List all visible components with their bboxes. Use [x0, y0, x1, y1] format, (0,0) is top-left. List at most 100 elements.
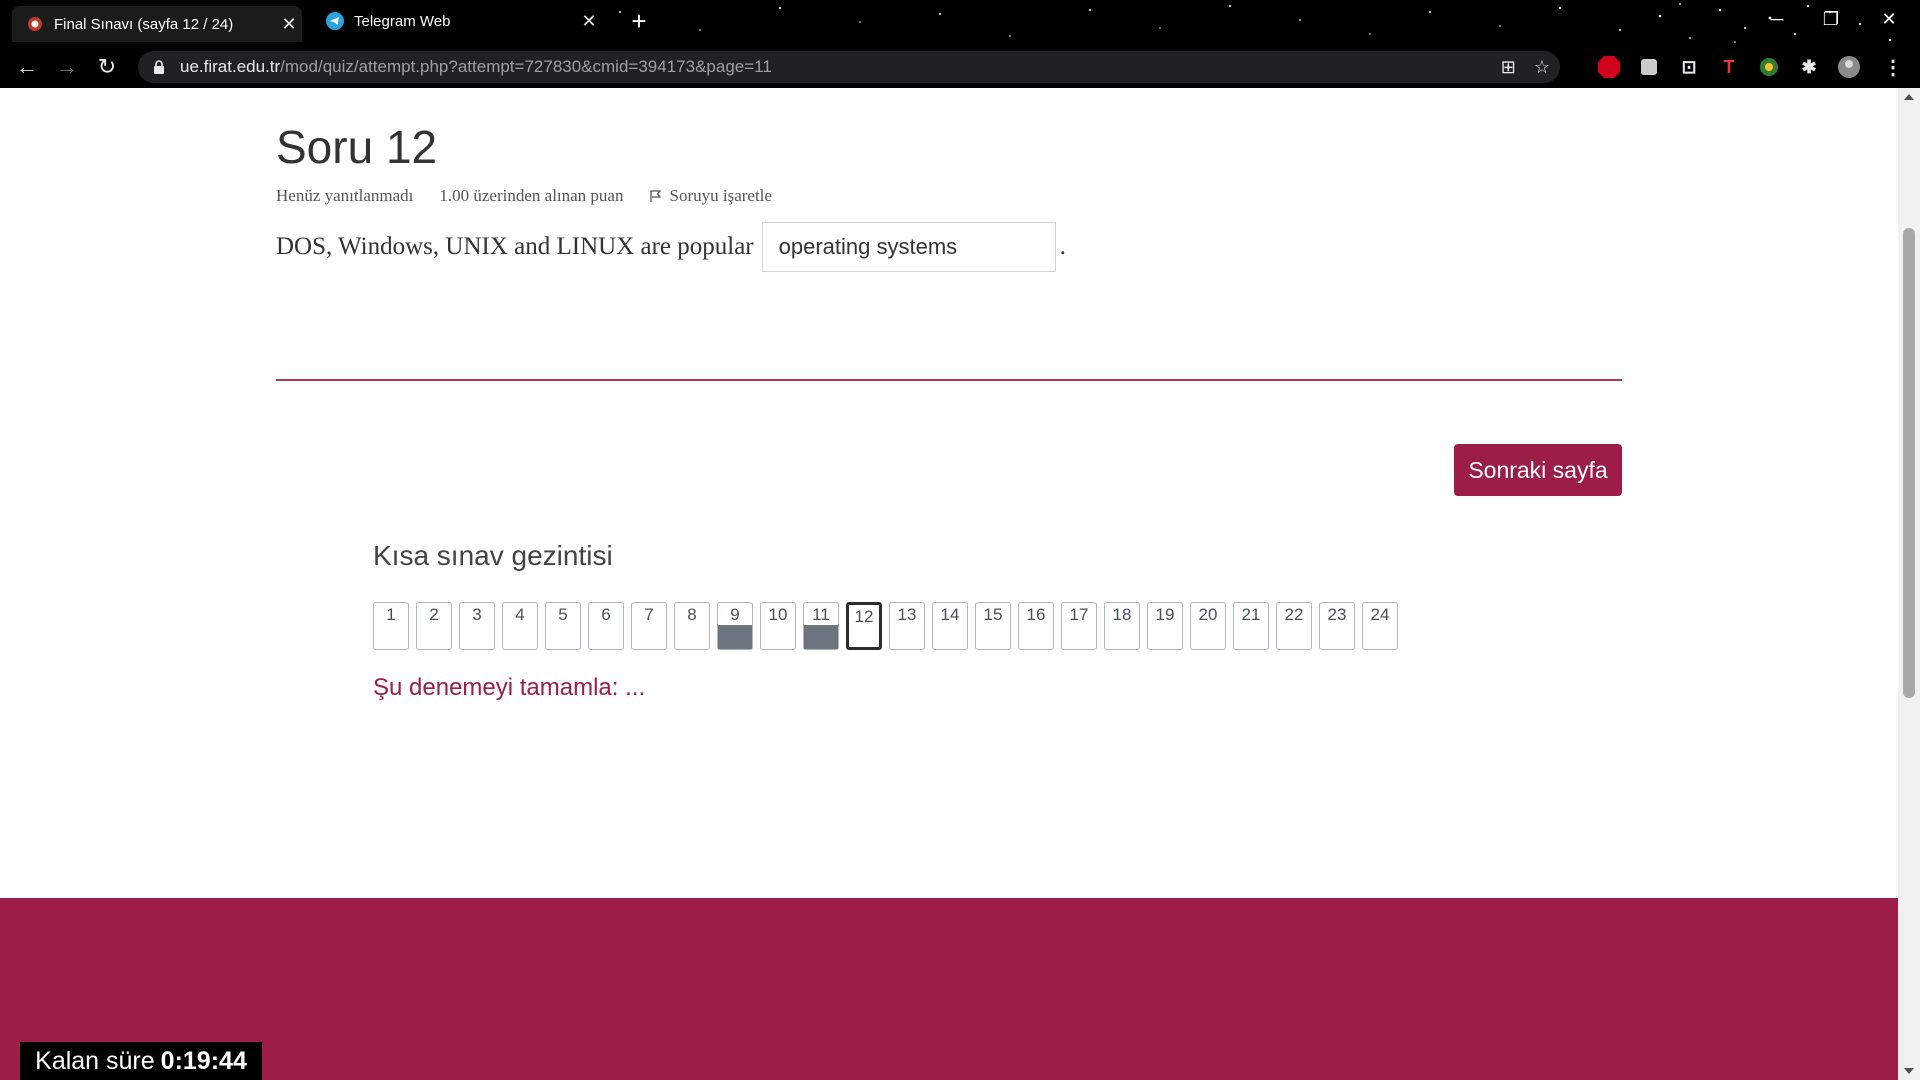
- page-scrollbar[interactable]: [1898, 88, 1920, 1080]
- quiz-nav-number: 11: [812, 605, 830, 624]
- close-tab-icon[interactable]: ✕: [576, 11, 602, 32]
- quiz-nav-number: 20: [1198, 605, 1218, 624]
- quiz-nav-button[interactable]: 11: [803, 602, 839, 650]
- address-bar[interactable]: ue.firat.edu.tr/mod/quiz/attempt.php?att…: [138, 51, 1560, 83]
- quiz-nav-state-fill: [675, 625, 709, 649]
- quiz-nav-number: 14: [940, 605, 960, 624]
- tab-title: Telegram Web: [354, 12, 451, 30]
- quiz-nav-button[interactable]: 5: [545, 602, 581, 650]
- finish-attempt-link[interactable]: Şu denemeyi tamamla: ...: [373, 674, 645, 702]
- quiz-nav-button[interactable]: 14: [932, 602, 968, 650]
- quiz-nav-number: 17: [1069, 605, 1089, 624]
- reload-icon[interactable]: ↻: [92, 52, 122, 82]
- scrollbar-thumb[interactable]: [1903, 228, 1915, 698]
- quiz-nav-number: 16: [1026, 605, 1046, 624]
- quiz-nav-state-fill: [374, 625, 408, 649]
- lock-icon: [154, 60, 164, 74]
- quiz-nav-number: 1: [386, 605, 396, 624]
- quiz-nav-state-fill: [1019, 625, 1053, 649]
- quiz-nav-number: 18: [1112, 605, 1132, 624]
- quiz-nav-number: 23: [1327, 605, 1347, 624]
- tab-final-exam[interactable]: Final Sınavı (sayfa 12 / 24) ✕: [12, 6, 302, 42]
- question-divider: [276, 379, 1622, 381]
- forward-icon[interactable]: →: [52, 52, 82, 82]
- quiz-nav-state-fill: [1062, 625, 1096, 649]
- adblock-icon[interactable]: [1596, 54, 1622, 80]
- quiz-nav-state-fill: [1105, 625, 1139, 649]
- back-icon[interactable]: ←: [12, 52, 42, 82]
- quiz-nav-button[interactable]: 13: [889, 602, 925, 650]
- quiz-nav-button[interactable]: 19: [1147, 602, 1183, 650]
- quiz-nav-button[interactable]: 23: [1319, 602, 1355, 650]
- quiz-nav-button[interactable]: 10: [760, 602, 796, 650]
- quiz-nav-state-fill: [1320, 625, 1354, 649]
- timer-value: 0:19:44: [160, 1046, 247, 1075]
- quiz-timer: Kalan süre 0:19:44: [20, 1042, 262, 1080]
- quiz-nav-button[interactable]: 6: [588, 602, 624, 650]
- quiz-nav-state-fill: [1191, 625, 1225, 649]
- globe-extension-icon[interactable]: [1756, 54, 1782, 80]
- quiz-nav-state-fill: [976, 625, 1010, 649]
- quiz-nav-button[interactable]: 16: [1018, 602, 1054, 650]
- restore-icon[interactable]: ❐: [1808, 4, 1854, 34]
- quiz-nav-button[interactable]: 17: [1061, 602, 1097, 650]
- close-window-icon[interactable]: ✕: [1866, 4, 1912, 34]
- extension-icon[interactable]: [1636, 54, 1662, 80]
- question-trailing: .: [1059, 233, 1066, 260]
- quiz-nav-button[interactable]: 12: [846, 602, 882, 650]
- quiz-nav-button[interactable]: 21: [1233, 602, 1269, 650]
- quiz-nav-button[interactable]: 24: [1362, 602, 1398, 650]
- quiz-nav-number: 6: [601, 605, 611, 624]
- quiz-nav-state-fill: [1363, 625, 1397, 649]
- quiz-nav-state-fill: [718, 625, 752, 649]
- quiz-nav-number: 15: [983, 605, 1003, 624]
- quiz-nav-state-fill: [632, 625, 666, 649]
- quiz-nav-grid: 1 2 3 4 5 6 7 8 9 10 11 12 13 14 15 16 17 18 19 20 21 22 23 24: [373, 602, 1398, 650]
- close-tab-icon[interactable]: ✕: [276, 14, 302, 35]
- reader-icon[interactable]: ⊡: [1676, 54, 1702, 80]
- quiz-nav-number: 2: [429, 605, 439, 624]
- new-tab-icon[interactable]: +: [624, 6, 654, 36]
- flag-question-link[interactable]: Soruyu işaretle: [649, 186, 772, 206]
- answer-input[interactable]: [761, 222, 1056, 272]
- question-title: Soru 12: [276, 121, 438, 173]
- quiz-nav-number: 9: [730, 605, 740, 624]
- quiz-nav-number: 19: [1155, 605, 1175, 624]
- quiz-nav-number: 4: [515, 605, 525, 624]
- quiz-nav-button[interactable]: 18: [1104, 602, 1140, 650]
- quiz-nav-button[interactable]: 22: [1276, 602, 1312, 650]
- quiz-nav-button[interactable]: 20: [1190, 602, 1226, 650]
- quiz-nav-state-fill: [1148, 625, 1182, 649]
- page-footer: [0, 898, 1898, 1080]
- scroll-down-icon[interactable]: [1904, 1068, 1914, 1074]
- quiz-nav-button[interactable]: 4: [502, 602, 538, 650]
- bookmark-star-icon[interactable]: ☆: [1534, 57, 1550, 78]
- quiz-nav-button[interactable]: 3: [459, 602, 495, 650]
- quiz-nav-state-fill: [589, 625, 623, 649]
- quiz-nav-number: 22: [1284, 605, 1304, 624]
- quiz-nav-button[interactable]: 2: [416, 602, 452, 650]
- quiz-nav-button[interactable]: 8: [674, 602, 710, 650]
- quiz-nav-button[interactable]: 7: [631, 602, 667, 650]
- puzzle-extensions-icon[interactable]: ✱: [1796, 54, 1822, 80]
- quiz-nav-state-fill: [849, 623, 879, 647]
- quiz-nav-number: 21: [1241, 605, 1261, 624]
- tab-title: Final Sınavı (sayfa 12 / 24): [54, 15, 234, 33]
- quiz-nav-button[interactable]: 15: [975, 602, 1011, 650]
- quiz-nav-state-fill: [1234, 625, 1268, 649]
- profile-avatar-icon[interactable]: [1836, 54, 1862, 80]
- minimize-icon[interactable]: ─: [1754, 4, 1800, 34]
- quiz-nav-button[interactable]: 1: [373, 602, 409, 650]
- menu-kebab-icon[interactable]: ⋮: [1880, 54, 1906, 80]
- quiz-nav-state-fill: [417, 625, 451, 649]
- quiz-nav-number: 3: [472, 605, 482, 624]
- next-page-button[interactable]: Sonraki sayfa: [1454, 444, 1622, 496]
- tp-extension-icon[interactable]: T: [1716, 54, 1742, 80]
- translate-icon[interactable]: ⊞: [1501, 57, 1516, 78]
- quiz-nav-button[interactable]: 9: [717, 602, 753, 650]
- quiz-nav-state-fill: [933, 625, 967, 649]
- scroll-up-icon[interactable]: [1904, 94, 1914, 100]
- tab-telegram[interactable]: Telegram Web ✕: [312, 6, 602, 36]
- browser-toolbar: ← → ↻ ue.firat.edu.tr/mod/quiz/attempt.p…: [0, 46, 1920, 88]
- quiz-nav-number: 7: [644, 605, 654, 624]
